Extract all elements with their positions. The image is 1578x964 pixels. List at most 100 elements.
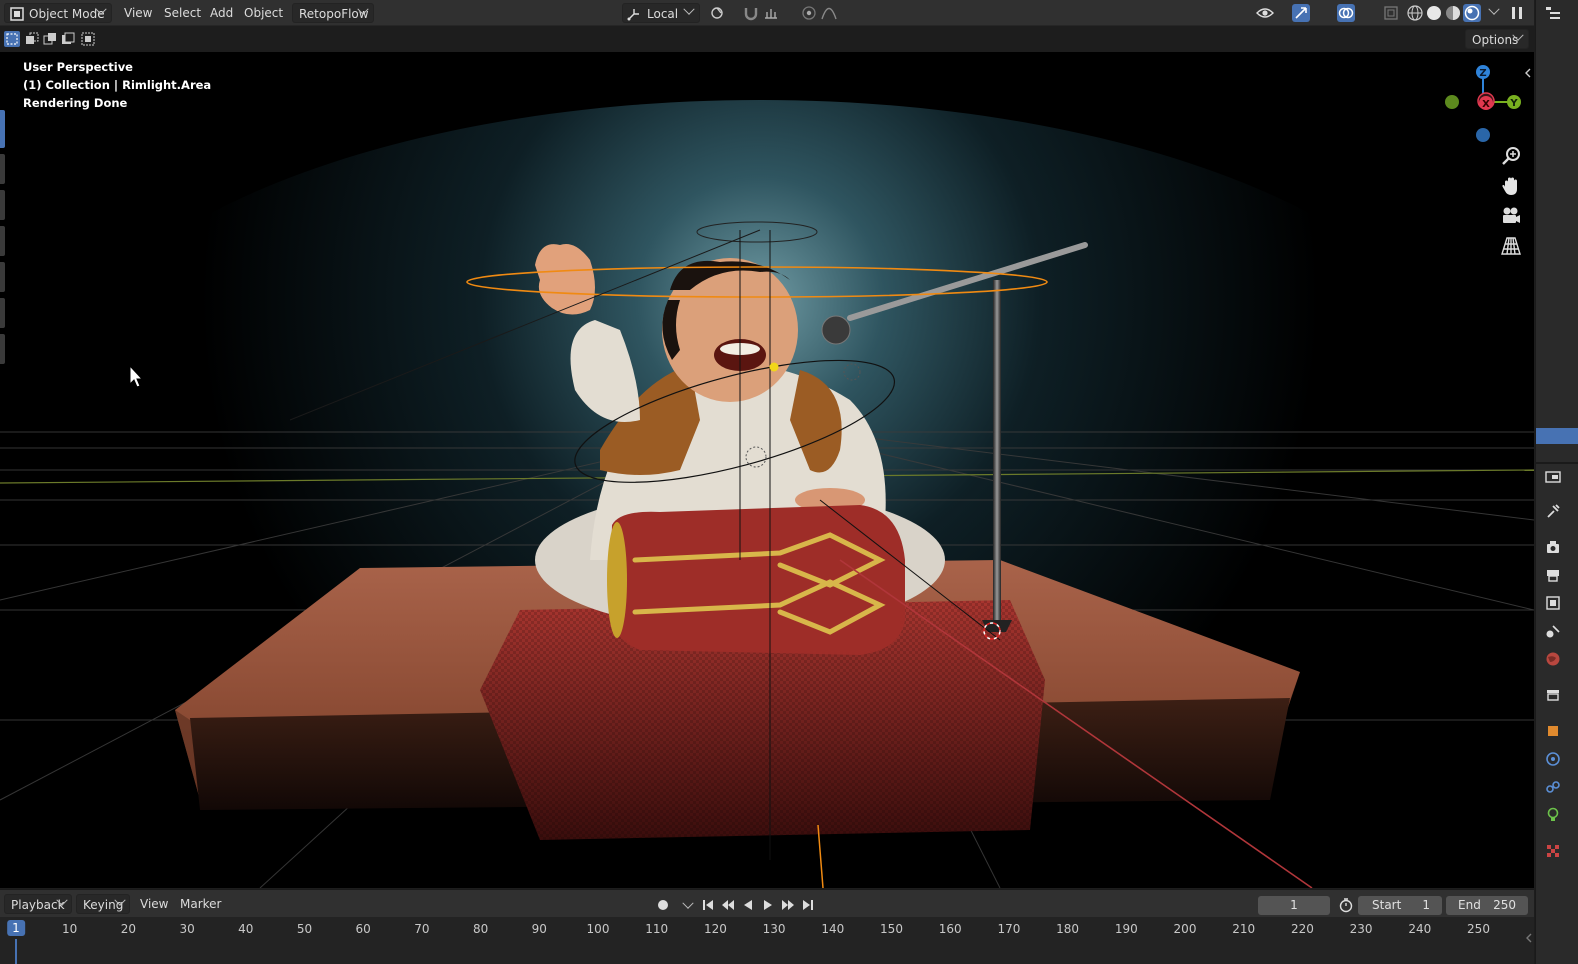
select-intersect-icon[interactable] <box>80 31 96 47</box>
retopoflow-menu[interactable]: RetopoFlow <box>292 3 374 23</box>
light-data-properties-icon[interactable] <box>1544 806 1562 824</box>
toolbar-tab[interactable] <box>0 334 5 364</box>
frame-tick-label: 70 <box>414 922 430 936</box>
timeline-track[interactable]: 1 10 20 30 40 50 60 70 80 90 100 110 120 130 140 150 160… <box>0 917 1534 964</box>
object-mode-icon <box>10 7 24 21</box>
tool-properties-icon[interactable] <box>1544 502 1562 520</box>
menu-add[interactable]: Add <box>204 3 239 23</box>
axis-x-label: X <box>1482 99 1490 110</box>
xray-toggle-icon[interactable] <box>1382 4 1400 22</box>
3d-viewport[interactable]: User Perspective (1) Collection | Rimlig… <box>0 52 1534 888</box>
orientation-label: Local <box>647 7 679 21</box>
gizmo-toggle-icon[interactable] <box>1292 4 1310 22</box>
transform-orientation-dropdown[interactable]: Local <box>622 3 700 23</box>
orientation-icon <box>627 9 639 21</box>
zoom-icon[interactable] <box>1499 144 1523 168</box>
next-keyframe-icon[interactable] <box>780 897 796 913</box>
visibility-eye-icon[interactable] <box>1256 4 1274 22</box>
timeline-collapse-chevron-icon[interactable] <box>1524 932 1534 944</box>
pause-render-icon[interactable] <box>1508 4 1526 22</box>
jump-start-icon[interactable] <box>700 897 716 913</box>
solid-shading-icon[interactable] <box>1425 4 1443 22</box>
select-invert-icon[interactable] <box>60 31 76 47</box>
physics-properties-icon[interactable] <box>1544 750 1562 768</box>
snap-magnet-icon[interactable] <box>742 4 760 22</box>
toolbar-tabs <box>0 110 6 370</box>
frame-tick-label: 160 <box>938 922 962 936</box>
play-icon[interactable] <box>760 897 776 913</box>
menu-view[interactable]: View <box>118 3 158 23</box>
select-subtract-icon[interactable] <box>42 31 58 47</box>
chevron-down-icon <box>683 3 695 15</box>
render-properties-icon[interactable] <box>1544 538 1562 556</box>
prev-keyframe-icon[interactable] <box>720 897 736 913</box>
jump-end-icon[interactable] <box>800 897 816 913</box>
start-frame-field[interactable]: Start 1 <box>1358 896 1442 915</box>
playhead-line <box>15 939 17 964</box>
frame-tick-label: 20 <box>120 922 137 936</box>
scene-properties-icon[interactable] <box>1544 622 1562 640</box>
menu-object[interactable]: Object <box>238 3 289 23</box>
options-dropdown[interactable]: Options <box>1465 29 1529 49</box>
play-reverse-icon[interactable] <box>740 897 756 913</box>
toolbar-tab[interactable] <box>0 154 5 184</box>
camera-view-icon[interactable] <box>1499 204 1523 228</box>
toolbar-tab[interactable] <box>0 262 5 292</box>
rendered-scene <box>0 52 1534 888</box>
axis-neg-y-icon[interactable] <box>1445 95 1459 109</box>
toolbar-tab[interactable] <box>0 190 5 220</box>
frame-tick-label: 30 <box>179 922 195 936</box>
rendered-shading-icon[interactable] <box>1463 4 1481 22</box>
stopwatch-icon[interactable] <box>1338 897 1354 913</box>
outliner-selected-row[interactable] <box>1536 428 1578 444</box>
frame-tick-label: 80 <box>472 922 489 936</box>
axis-neg-z-icon[interactable] <box>1476 128 1490 142</box>
object-properties-icon[interactable] <box>1544 722 1562 740</box>
editor-type-icon[interactable] <box>1544 468 1562 486</box>
proportional-edit-icon[interactable] <box>800 4 818 22</box>
frame-tick-label: 130 <box>762 922 786 936</box>
falloff-icon[interactable] <box>820 4 838 22</box>
current-frame-field[interactable]: 1 <box>1258 896 1330 915</box>
outliner-icon[interactable] <box>1544 4 1562 22</box>
pivot-point-icon[interactable] <box>708 4 726 22</box>
view-layer-properties-icon[interactable] <box>1544 594 1562 612</box>
navigation-gizmo[interactable]: Z Y X <box>1436 58 1526 148</box>
toolbar-tab[interactable] <box>0 226 5 256</box>
frame-tick-label: 220 <box>1290 922 1314 936</box>
playback-menu[interactable]: Playback <box>4 894 72 914</box>
output-properties-icon[interactable] <box>1544 566 1562 584</box>
timeline-view-menu[interactable]: View <box>134 894 174 914</box>
shading-options-chevron-icon[interactable] <box>1488 3 1500 15</box>
axis-y-label: Y <box>1509 98 1518 109</box>
select-new-icon[interactable] <box>4 31 20 47</box>
viewport-header: Object Mode View Select Add Object Retop… <box>0 0 1534 26</box>
collapse-sidebar-chevron-icon[interactable] <box>1523 67 1533 79</box>
perspective-toggle-icon[interactable] <box>1499 234 1523 258</box>
frame-tick-label: 170 <box>997 922 1021 936</box>
frame-tick-label: 210 <box>1232 922 1256 936</box>
collection-properties-icon[interactable] <box>1544 686 1562 704</box>
world-properties-icon[interactable] <box>1544 650 1562 668</box>
select-extend-icon[interactable] <box>24 31 40 47</box>
wireframe-shading-icon[interactable] <box>1406 4 1424 22</box>
render-status-label: Rendering Done <box>23 96 128 110</box>
mode-selector[interactable]: Object Mode <box>4 3 112 23</box>
material-shading-icon[interactable] <box>1444 4 1462 22</box>
record-keyframe-icon[interactable] <box>655 897 671 913</box>
overlays-toggle-icon[interactable] <box>1337 4 1355 22</box>
texture-properties-icon[interactable] <box>1544 842 1562 860</box>
end-frame-field[interactable]: End 250 <box>1446 896 1528 915</box>
frame-tick-label: 230 <box>1349 922 1373 936</box>
menu-select[interactable]: Select <box>158 3 207 23</box>
constraints-properties-icon[interactable] <box>1544 778 1562 796</box>
marker-menu[interactable]: Marker <box>174 894 227 914</box>
frame-tick-label: 40 <box>238 922 254 936</box>
frame-tick-label: 100 <box>586 922 610 936</box>
toolbar-tab-active[interactable] <box>0 110 5 148</box>
pan-hand-icon[interactable] <box>1499 174 1523 198</box>
keying-menu[interactable]: Keying <box>76 894 130 914</box>
snap-target-icon[interactable] <box>762 4 780 22</box>
toolbar-tab[interactable] <box>0 298 5 328</box>
frame-tick-label: 110 <box>645 922 669 936</box>
